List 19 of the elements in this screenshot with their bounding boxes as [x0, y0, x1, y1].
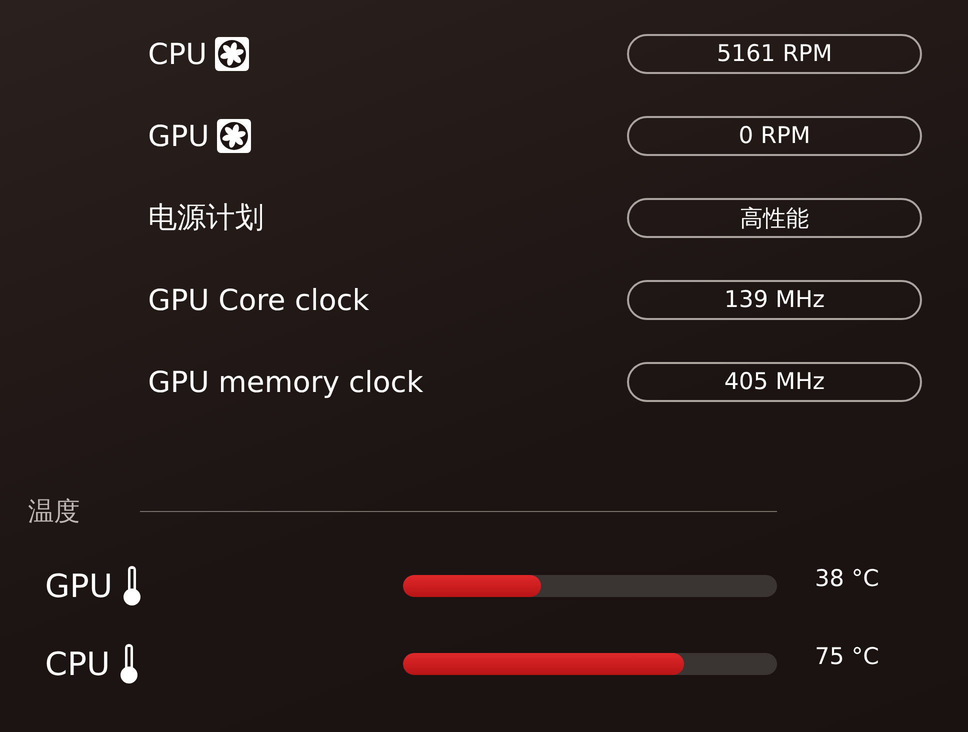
- stat-label: 电源计划: [148, 199, 264, 236]
- temperature-reading: 75 °C: [814, 644, 880, 672]
- temperature-reading: 38 °C: [814, 566, 880, 594]
- value-field: 139 MHz: [627, 280, 922, 320]
- fan-icon: [214, 37, 249, 71]
- stat-label: GPU: [148, 119, 210, 153]
- value-field: 5161 RPM: [627, 34, 922, 74]
- value-field: 高性能: [627, 198, 922, 238]
- sensor-label: CPU: [45, 645, 110, 683]
- fan-icon: [217, 119, 252, 153]
- sensor-label: GPU: [45, 567, 113, 605]
- stat-label: GPU Core clock: [148, 283, 370, 317]
- stat-label: CPU: [148, 37, 207, 71]
- thermometer-icon: [120, 644, 138, 684]
- value-field: 0 RPM: [627, 116, 922, 156]
- section-title: 温度: [28, 496, 81, 529]
- thermometer-icon: [122, 566, 141, 606]
- stat-label: GPU memory clock: [148, 365, 424, 399]
- value-field: 405 MHz: [627, 362, 922, 402]
